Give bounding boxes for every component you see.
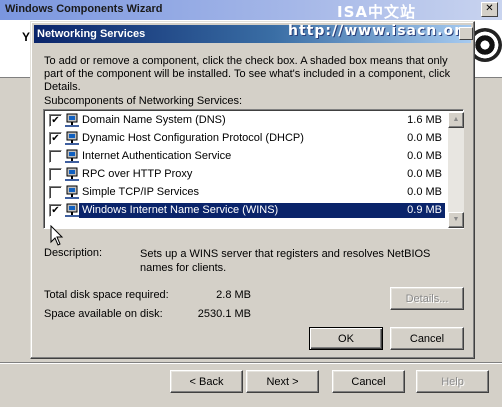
subcomponents-label: Subcomponents of Networking Services: xyxy=(44,95,243,107)
description-text: Sets up a WINS server that registers and… xyxy=(140,248,431,274)
checkbox[interactable] xyxy=(49,168,62,181)
wizard-title: Windows Components Wizard xyxy=(5,3,163,15)
watermark-isa: ISA中文站 xyxy=(337,3,416,21)
item-size: 0.0 MB xyxy=(407,168,442,180)
item-label: Dynamic Host Configuration Protocol (DHC… xyxy=(82,132,304,144)
item-label: Windows Internet Name Service (WINS) xyxy=(81,204,280,217)
dialog-title: Networking Services xyxy=(37,28,146,40)
details-button[interactable]: Details... xyxy=(390,287,464,310)
list-item[interactable]: Simple TCP/IP Services 0.0 MB xyxy=(46,184,447,201)
disk-available-value: 2530.1 MB xyxy=(197,308,251,320)
networking-services-dialog: Networking Services http://www.isacn.org… xyxy=(30,21,475,359)
item-size: 1.6 MB xyxy=(407,114,442,126)
ok-button[interactable]: OK xyxy=(309,327,383,350)
item-size: 0.0 MB xyxy=(407,132,442,144)
item-label: Internet Authentication Service xyxy=(82,150,232,162)
checkbox[interactable] xyxy=(49,186,62,199)
watermark-url: http://www.isacn.org xyxy=(288,23,474,39)
disk-available-label: Space available on disk: xyxy=(44,308,163,320)
checkbox[interactable]: ✔ xyxy=(49,204,62,217)
disk-required-label: Total disk space required: xyxy=(44,289,169,301)
item-label: Domain Name System (DNS) xyxy=(82,114,226,126)
next-button[interactable]: Next > xyxy=(246,370,319,393)
list-scrollbar[interactable]: ▲ ▼ xyxy=(448,112,464,228)
network-computer-icon xyxy=(64,203,80,218)
scroll-down-button[interactable]: ▼ xyxy=(448,212,464,228)
mouse-cursor-icon xyxy=(50,225,64,246)
description-label: Description: xyxy=(44,247,103,259)
item-label: Simple TCP/IP Services xyxy=(82,186,199,198)
dialog-cancel-button[interactable]: Cancel xyxy=(390,327,464,350)
scroll-down-arrow-icon: ▼ xyxy=(452,216,460,223)
wizard-close-button[interactable]: ✕ xyxy=(481,2,498,17)
wizard-separator xyxy=(0,362,502,364)
close-icon: ✕ xyxy=(485,3,494,14)
network-computer-icon xyxy=(64,185,80,200)
list-item[interactable]: Internet Authentication Service 0.0 MB xyxy=(46,148,447,165)
item-size: 0.9 MB xyxy=(386,204,444,217)
scroll-up-arrow-icon: ▲ xyxy=(452,116,460,123)
back-button[interactable]: < Back xyxy=(170,370,243,393)
wizard-cancel-button[interactable]: Cancel xyxy=(332,370,405,393)
scroll-up-button[interactable]: ▲ xyxy=(448,112,464,128)
item-label: RPC over HTTP Proxy xyxy=(82,168,193,180)
wizard-title-bar[interactable]: Windows Components Wizard xyxy=(0,0,502,20)
checkbox[interactable]: ✔ xyxy=(49,132,62,145)
list-item-selected[interactable]: ✔ Windows Internet Name Service (WINS) 0… xyxy=(46,202,447,219)
list-item[interactable]: ✔ Domain Name System (DNS) 1.6 MB xyxy=(46,112,447,129)
item-size: 0.0 MB xyxy=(407,150,442,162)
checkbox[interactable]: ✔ xyxy=(49,114,62,127)
disk-required-value: 2.8 MB xyxy=(216,289,251,301)
list-item[interactable]: RPC over HTTP Proxy 0.0 MB xyxy=(46,166,447,183)
network-computer-icon xyxy=(64,131,80,146)
dialog-close-button[interactable] xyxy=(459,27,473,40)
list-item[interactable]: ✔ Dynamic Host Configuration Protocol (D… xyxy=(46,130,447,147)
checkbox[interactable] xyxy=(49,150,62,163)
instructions-text: To add or remove a component, click the … xyxy=(44,55,451,93)
network-computer-icon xyxy=(64,113,80,128)
network-computer-icon xyxy=(64,167,80,182)
wizard-header-text: Y xyxy=(22,30,31,44)
network-computer-icon xyxy=(64,149,80,164)
help-button[interactable]: Help xyxy=(416,370,489,393)
item-size: 0.0 MB xyxy=(407,186,442,198)
subcomponents-list[interactable]: ✔ Domain Name System (DNS) 1.6 MB ✔ Dyna… xyxy=(43,109,464,229)
